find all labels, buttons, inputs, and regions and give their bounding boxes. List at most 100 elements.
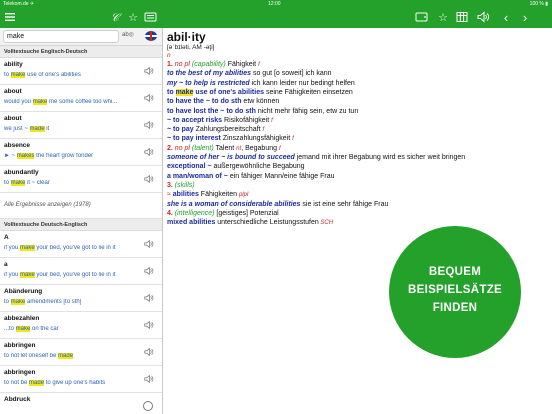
phrase-part: mixed abilities xyxy=(167,219,216,227)
sense-label: (capability) xyxy=(191,61,226,68)
speaker-icon[interactable] xyxy=(144,147,154,159)
result-example: to make amendments [to sth] xyxy=(4,299,142,305)
example-suffix: the heart grow fonder xyxy=(34,153,94,159)
example-match: made xyxy=(58,353,74,359)
entry-line: to the best of my abilities so gut [o so… xyxy=(167,70,332,77)
speaker-icon[interactable] xyxy=(144,347,154,359)
speaker-icon[interactable] xyxy=(144,320,154,332)
star-icon[interactable]: ☆ xyxy=(126,11,140,25)
phrase-part: use of one's abilities xyxy=(193,88,264,96)
translation: jemand mit ihrer Begabung wird es sicher… xyxy=(294,154,466,161)
result-headword: abundantly xyxy=(4,169,39,176)
example-suffix: your bed, you've got to lie in it xyxy=(34,272,116,278)
result-headword: about xyxy=(4,88,22,95)
speaker-icon[interactable] xyxy=(144,174,154,186)
example-match: makes xyxy=(16,153,35,159)
phrase-part: ~ to pay xyxy=(167,126,194,134)
section-header-en-de: Volltextsuche Englisch-Deutsch xyxy=(0,46,162,58)
speaker-icon[interactable] xyxy=(144,93,154,105)
result-row[interactable]: Aif you make your bed, you've got to lie… xyxy=(0,231,162,258)
phrase-part: abilities xyxy=(170,191,199,199)
status-bar: Telekom.de ✈ 12:00 100 % ▮ xyxy=(0,0,552,8)
phrase-match: make xyxy=(175,88,194,96)
result-row[interactable]: about we just ~ made it xyxy=(0,112,162,139)
example-prefix: ► ~ xyxy=(4,153,17,159)
example-phrase: my ~ to help is restricted xyxy=(167,79,250,87)
example-suffix: your bed, you've got to lie in it xyxy=(34,245,116,251)
example-prefix: to not be xyxy=(4,380,30,386)
result-headword: Abdruck xyxy=(4,396,31,403)
translation: Talent xyxy=(213,144,237,152)
phrase-part: to xyxy=(167,88,176,96)
entry-pronunciation: [əˈbɪləti, AM -əţi] xyxy=(167,44,215,51)
phrase-part: to have lost the ~ to do sth xyxy=(167,107,256,115)
speaker-icon[interactable] xyxy=(144,266,154,278)
example-match: make xyxy=(15,326,31,332)
gender-label: f xyxy=(278,145,281,152)
translation: Zahlungsbereitschaft xyxy=(193,126,263,134)
result-row[interactable]: abbringen to not be made to give up one's… xyxy=(0,366,162,393)
language-flag-icon[interactable] xyxy=(145,31,157,41)
example-match: make xyxy=(20,272,35,278)
translation-extra: , Begabung xyxy=(241,144,279,152)
show-all-results-link[interactable]: Alle Ergebnisse anzeigen (1978) xyxy=(0,193,162,219)
result-row[interactable]: a if you make your bed, you've got to lie… xyxy=(0,258,162,285)
entry-line: exceptional ~ außergewöhnliche Begabung xyxy=(167,163,305,170)
translation: außergewöhnliche Begabung xyxy=(211,163,305,171)
speaker-icon[interactable] xyxy=(144,374,154,386)
speaker-icon[interactable] xyxy=(144,293,154,305)
grammar-label: no pl xyxy=(172,144,192,152)
translation: so gut [o soweit] ich kann xyxy=(251,70,332,78)
entry-line: a man/woman of ~ ein fähiger Mann/eine f… xyxy=(167,173,335,180)
speaker-icon[interactable] xyxy=(144,239,154,251)
speaker-icon[interactable] xyxy=(144,120,154,132)
speaker-icon[interactable] xyxy=(144,66,154,78)
results-sidebar: make ab◎ Volltextsuche Englisch-Deutsch … xyxy=(0,28,163,414)
search-input[interactable]: make xyxy=(3,30,119,43)
top-toolbar: 𝒞 ☆ ☆ ‹ › xyxy=(0,8,552,28)
result-headword: a xyxy=(4,261,8,268)
menu-icon[interactable] xyxy=(4,11,18,25)
sense-label: (skills) xyxy=(172,181,195,189)
handwriting-icon[interactable]: 𝒞 xyxy=(108,11,122,25)
result-row[interactable]: absence ► ~ makes the heart grow fonder xyxy=(0,139,162,166)
translation: Fähigkeiten xyxy=(198,191,239,199)
result-row[interactable]: Abänderung to make amendments [to sth] xyxy=(0,285,162,312)
chevron-right-icon[interactable]: › xyxy=(518,11,532,25)
translation: etw können xyxy=(241,98,280,106)
entry-line: 1. no pl (capability) Fähigkeit f xyxy=(167,61,260,68)
result-row[interactable]: about would you make me some coffee too w… xyxy=(0,85,162,112)
result-example: to make it ~ clear xyxy=(4,180,142,186)
sense-label: (talent) xyxy=(191,144,214,152)
result-row[interactable]: ability to make use of one's abilities xyxy=(0,58,162,85)
result-example: to make use of one's abilities xyxy=(4,72,142,78)
entry-headword: abil·ity xyxy=(167,30,206,44)
entry-part-of-speech: n xyxy=(167,52,171,59)
entry-line: ~ to pay Zahlungsbereitschaft f xyxy=(167,126,264,133)
translation: ich kann leider nur bedingt helfen xyxy=(249,79,355,87)
entry-line: mixed abilities unterschiedliche Leistun… xyxy=(167,219,333,226)
example-prefix: ...to xyxy=(4,326,16,332)
entry-line: ≈ abilities Fähigkeiten plpl xyxy=(167,191,248,198)
promo-line-1: BEQUEM xyxy=(428,266,482,278)
example-suffix: use of one's abilities xyxy=(25,72,81,78)
speaker-icon[interactable] xyxy=(477,11,491,25)
example-prefix: to xyxy=(4,299,11,305)
favorite-star-icon[interactable]: ☆ xyxy=(436,11,450,25)
result-row[interactable]: Abdruck xyxy=(0,393,162,414)
keyboard-icon[interactable] xyxy=(144,11,158,25)
ocr-search-icon[interactable]: ab◎ xyxy=(122,31,134,38)
chevron-left-icon[interactable]: ‹ xyxy=(499,11,513,25)
search-row: make ab◎ xyxy=(0,28,162,46)
entry-line: to make use of one's abilities seine Fäh… xyxy=(167,88,353,96)
table-icon[interactable] xyxy=(456,11,470,25)
gender-label: pl xyxy=(243,192,249,199)
result-row[interactable]: abbringen to not let oneself be made xyxy=(0,339,162,366)
example-suffix: me some coffee too whi... xyxy=(47,99,118,105)
promo-line-3: FINDEN xyxy=(432,302,478,314)
result-row[interactable]: abbezahlen ...to make on the car xyxy=(0,312,162,339)
phrase-part: ~ to accept risks xyxy=(167,116,223,124)
result-row[interactable]: abundantly to make it ~ clear xyxy=(0,166,162,193)
battery-indicator: 100 % ▮ xyxy=(529,1,548,7)
tablet-icon[interactable] xyxy=(415,11,429,25)
